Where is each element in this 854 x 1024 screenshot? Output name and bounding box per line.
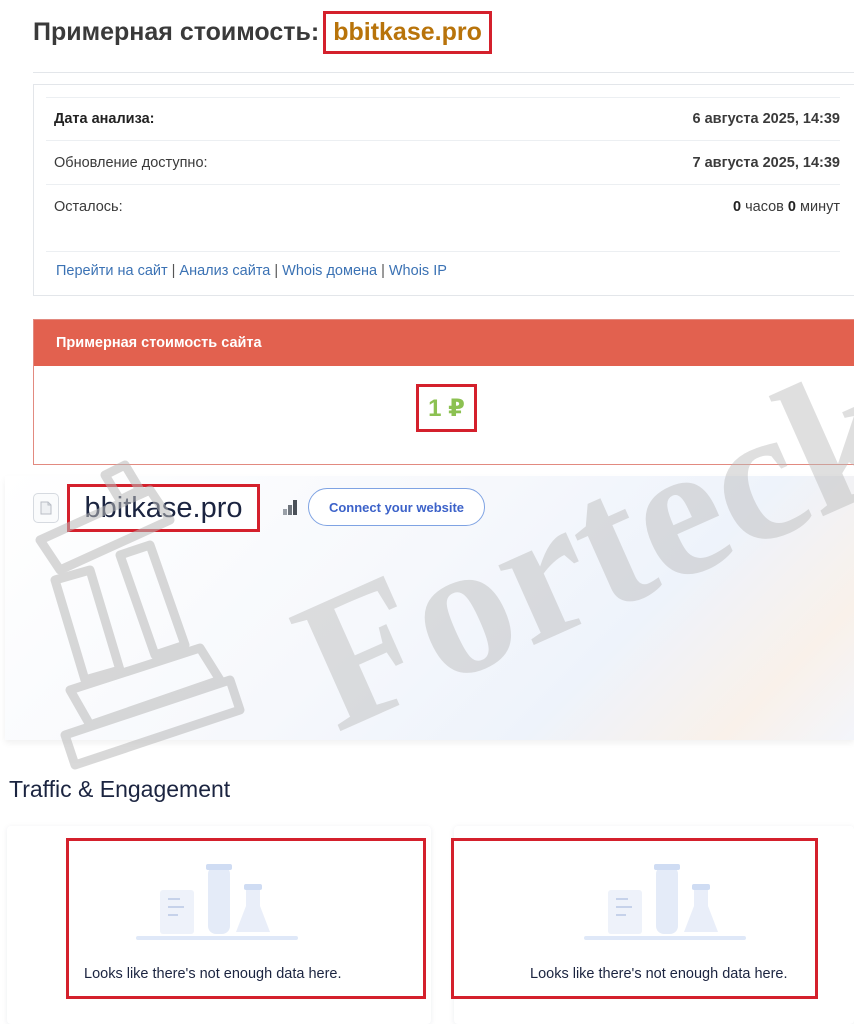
- divider: [46, 251, 840, 252]
- analysis-date-value: 6 августа 2025, 14:39: [692, 111, 840, 127]
- price-card-header: Примерная стоимость сайта: [34, 320, 854, 366]
- analysis-date-label: Дата анализа:: [54, 111, 155, 127]
- price-value-highlighted: 1 ₽: [416, 384, 477, 432]
- analysis-info-card: Дата анализа: 6 августа 2025, 14:39 Обно…: [33, 84, 854, 296]
- site-price-card: Примерная стоимость сайта 1 ₽: [33, 319, 854, 465]
- link-separator: |: [171, 263, 176, 279]
- site-links: Перейти на сайт | Анализ сайта | Whois д…: [56, 263, 447, 279]
- remaining-value: 0 часов 0 минут: [733, 199, 840, 215]
- update-available-row: Обновление доступно: 7 августа 2025, 14:…: [46, 141, 840, 185]
- title-domain-highlighted: bbitkase.pro: [323, 10, 492, 54]
- update-available-value: 7 августа 2025, 14:39: [692, 154, 840, 171]
- remaining-minutes: 0: [787, 199, 796, 215]
- remaining-hours-unit: часов: [745, 199, 784, 215]
- connect-website-button[interactable]: Connect your website: [308, 488, 485, 526]
- link-separator: |: [381, 263, 385, 279]
- traffic-section-title: Traffic & Engagement: [9, 776, 231, 802]
- link-separator: |: [274, 263, 279, 279]
- site-domain-highlighted: bbitkase.pro: [67, 484, 260, 532]
- divider: [33, 72, 854, 73]
- remaining-hours: 0: [732, 199, 742, 215]
- remaining-minutes-unit: минут: [800, 199, 840, 215]
- link-whois-domain[interactable]: Whois домена: [282, 263, 377, 279]
- highlight-box-engagement: [451, 838, 818, 999]
- link-go-to-site[interactable]: Перейти на сайт: [56, 263, 168, 279]
- page-title: Примерная стоимость: bbitkase.pro: [33, 10, 492, 54]
- link-whois-ip[interactable]: Whois IP: [389, 263, 447, 279]
- link-site-analysis[interactable]: Анализ сайта: [179, 263, 270, 279]
- highlight-box-traffic: [66, 838, 426, 999]
- update-available-label: Обновление доступно:: [54, 154, 208, 171]
- remaining-label: Осталось:: [54, 199, 123, 215]
- remaining-row: Осталось: 0 часов 0 минут: [46, 185, 840, 229]
- price-card-body: 1 ₽: [34, 366, 854, 464]
- analysis-date-row: Дата анализа: 6 августа 2025, 14:39: [46, 97, 840, 141]
- document-icon: [33, 493, 59, 523]
- bar-chart-icon: [283, 500, 297, 515]
- title-prefix: Примерная стоимость:: [33, 17, 320, 46]
